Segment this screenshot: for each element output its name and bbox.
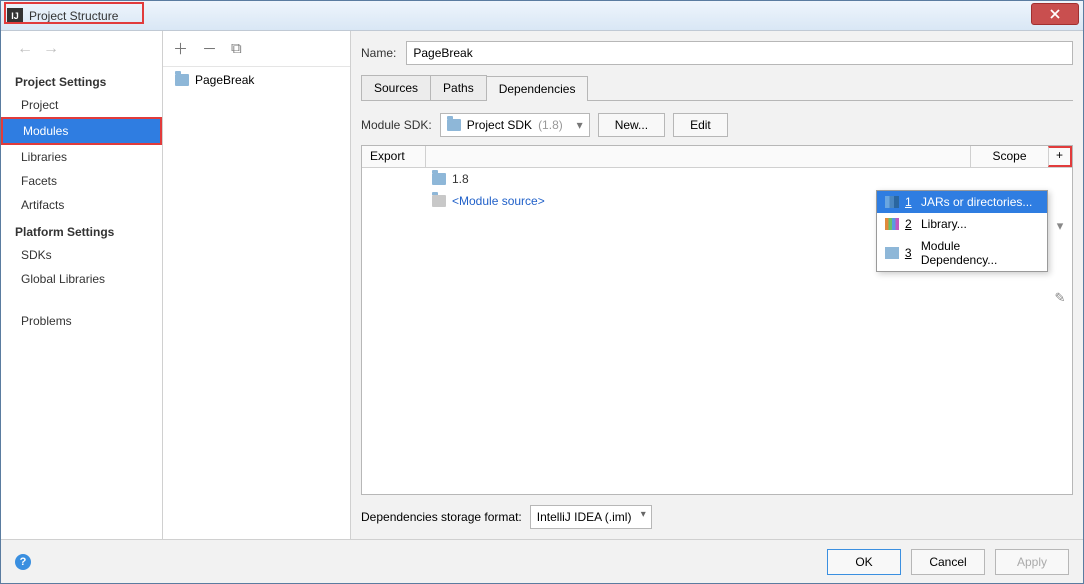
edit-icon[interactable]: ✎ <box>1055 290 1066 306</box>
add-dependency-button[interactable]: + <box>1048 146 1072 167</box>
module-editor: Name: Sources Paths Dependencies Module … <box>351 31 1083 539</box>
nav-project[interactable]: Project <box>1 93 162 117</box>
nav-history: ← → <box>1 31 162 67</box>
col-export[interactable]: Export <box>362 146 426 167</box>
deps-body: 1.8 <Module source> 1 JARs or directorie… <box>362 168 1072 494</box>
module-item[interactable]: PageBreak <box>163 67 350 93</box>
module-name-input[interactable] <box>406 41 1073 65</box>
module-dep-icon <box>885 247 899 259</box>
chevron-down-icon: ▾ <box>577 118 583 132</box>
add-dependency-popup: 1 JARs or directories... 2 Library... 3 … <box>876 190 1048 272</box>
settings-sidebar: ← → Project Settings Project Modules Lib… <box>1 31 163 539</box>
popup-library[interactable]: 2 Library... <box>877 213 1047 235</box>
forward-icon[interactable]: → <box>43 40 59 58</box>
library-icon <box>885 218 899 230</box>
sdk-folder-icon <box>447 119 461 131</box>
sdk-new-button[interactable]: New... <box>598 113 665 137</box>
module-list-pane: ＋ － ⧉ PageBreak <box>163 31 351 539</box>
copy-module-icon[interactable]: ⧉ <box>231 40 242 57</box>
module-folder-icon <box>175 74 189 86</box>
section-platform-settings: Platform Settings <box>1 217 162 243</box>
module-source-icon <box>432 195 446 207</box>
app-icon: IJ <box>7 8 23 24</box>
nav-modules[interactable]: Modules <box>1 117 162 145</box>
sdk-hint: (1.8) <box>538 118 563 132</box>
tab-paths[interactable]: Paths <box>430 75 487 100</box>
popup-label: Library... <box>921 217 967 231</box>
titlebar: IJ Project Structure <box>1 1 1083 31</box>
popup-index: 3 <box>905 246 915 260</box>
module-toolbar: ＋ － ⧉ <box>163 31 350 67</box>
dep-label: 1.8 <box>452 172 469 186</box>
nav-global-libraries[interactable]: Global Libraries <box>1 267 162 291</box>
dep-row[interactable]: 1.8 <box>362 168 1072 190</box>
nav-facets[interactable]: Facets <box>1 169 162 193</box>
dialog-footer: ? OK Cancel Apply <box>1 539 1083 583</box>
chevron-down-icon[interactable]: ▾ <box>1057 218 1064 234</box>
help-icon[interactable]: ? <box>15 554 31 570</box>
popup-label: Module Dependency... <box>921 239 1039 267</box>
dep-label: <Module source> <box>452 194 545 208</box>
dependencies-table: Export Scope + 1.8 <Module source> <box>361 145 1073 495</box>
sdk-icon <box>432 173 446 185</box>
jar-icon <box>885 196 899 208</box>
sdk-value: Project SDK <box>467 118 532 132</box>
nav-sdks[interactable]: SDKs <box>1 243 162 267</box>
sdk-edit-button[interactable]: Edit <box>673 113 728 137</box>
nav-problems[interactable]: Problems <box>1 309 162 333</box>
remove-module-icon[interactable]: － <box>202 38 217 59</box>
col-name <box>426 146 970 167</box>
nav-libraries[interactable]: Libraries <box>1 145 162 169</box>
storage-label: Dependencies storage format: <box>361 510 522 524</box>
ok-button[interactable]: OK <box>827 549 901 575</box>
deps-side-tools: ▾ ✎ <box>1048 168 1072 306</box>
nav-artifacts[interactable]: Artifacts <box>1 193 162 217</box>
close-icon <box>1049 8 1061 20</box>
storage-format-select[interactable]: IntelliJ IDEA (.iml) <box>530 505 652 529</box>
popup-index: 2 <box>905 217 915 231</box>
add-module-icon[interactable]: ＋ <box>173 38 188 59</box>
cancel-button[interactable]: Cancel <box>911 549 985 575</box>
tab-dependencies[interactable]: Dependencies <box>486 76 589 101</box>
sdk-label: Module SDK: <box>361 118 432 132</box>
sdk-select[interactable]: Project SDK (1.8) ▾ <box>440 113 590 137</box>
popup-jars[interactable]: 1 JARs or directories... <box>877 191 1047 213</box>
popup-index: 1 <box>905 195 915 209</box>
back-icon[interactable]: ← <box>17 40 33 58</box>
col-scope[interactable]: Scope <box>970 146 1048 167</box>
module-tabs: Sources Paths Dependencies <box>361 75 1073 101</box>
popup-label: JARs or directories... <box>921 195 1032 209</box>
section-project-settings: Project Settings <box>1 67 162 93</box>
deps-header: Export Scope + <box>362 146 1072 168</box>
popup-module-dep[interactable]: 3 Module Dependency... <box>877 235 1047 271</box>
close-button[interactable] <box>1031 3 1079 25</box>
apply-button[interactable]: Apply <box>995 549 1069 575</box>
tab-sources[interactable]: Sources <box>361 75 431 100</box>
name-label: Name: <box>361 46 396 60</box>
module-item-label: PageBreak <box>195 73 254 87</box>
window-title: Project Structure <box>29 9 1031 23</box>
